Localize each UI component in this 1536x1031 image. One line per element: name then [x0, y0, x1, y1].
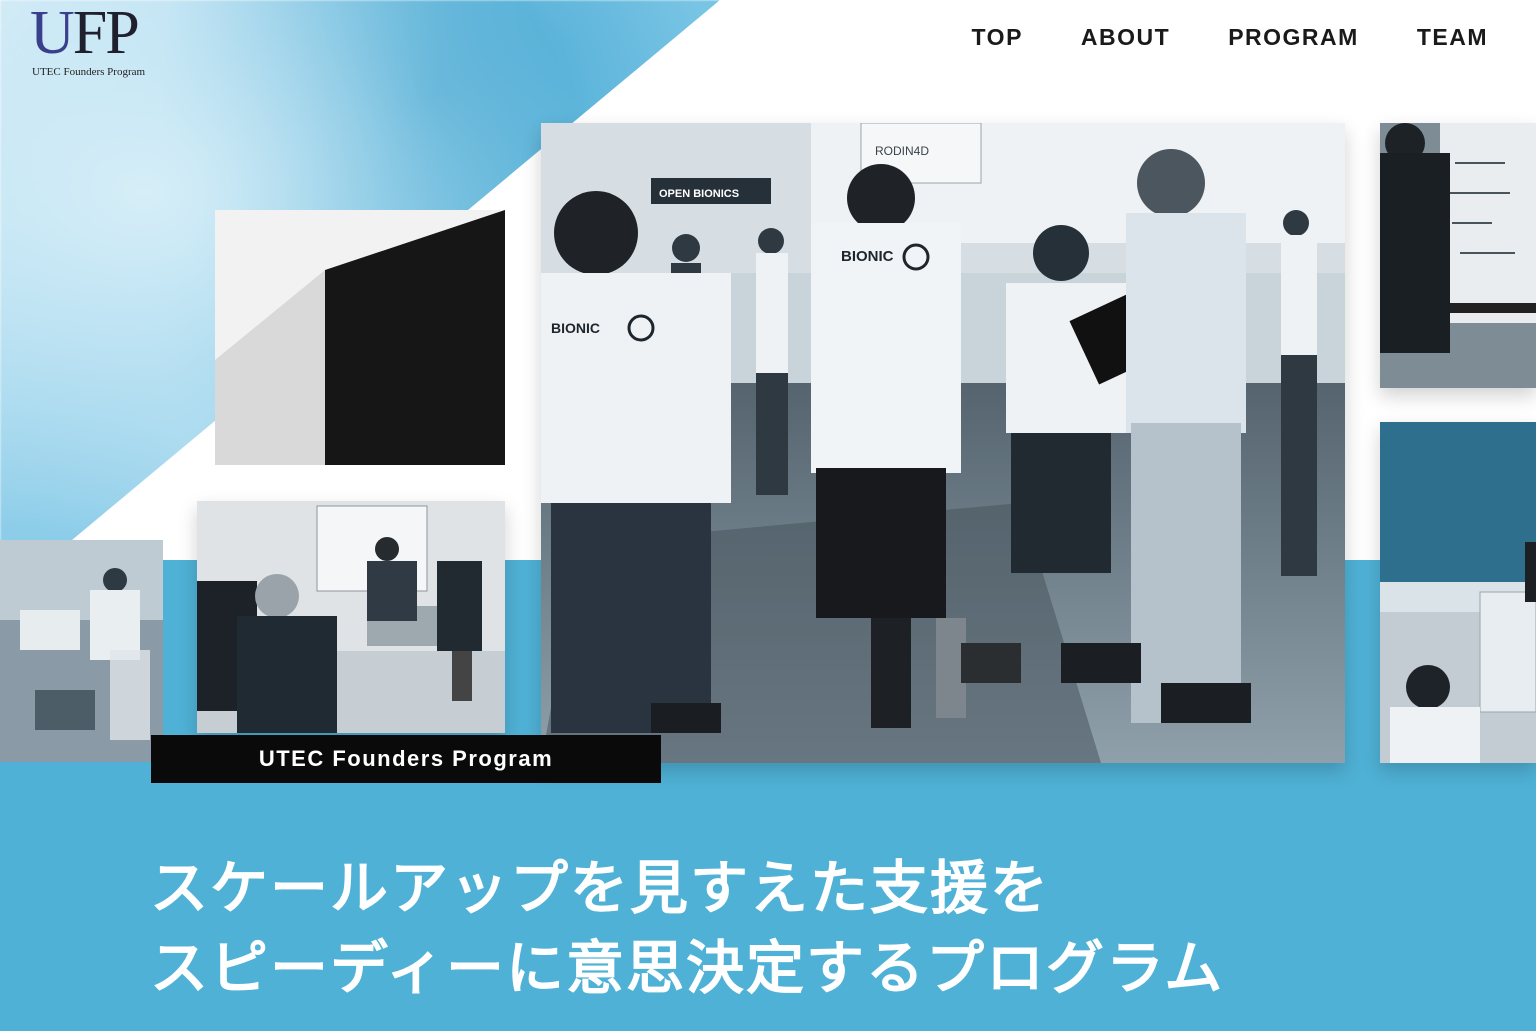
shirt-text-center: BIONIC: [841, 248, 894, 265]
nav-team[interactable]: TEAM: [1417, 24, 1488, 51]
photo-main-exhibition: OPEN BIONICS RODIN4D BIONIC BIONIC: [541, 123, 1345, 763]
banner-text: OPEN BIONICS: [659, 188, 739, 200]
main-nav: TOP ABOUT PROGRAM TEAM: [972, 24, 1488, 51]
program-label: UTEC Founders Program: [151, 735, 661, 783]
shirt-text-left: BIONIC: [551, 320, 600, 336]
hero-headline: スケールアップを見すえた支援を スピーディーに意思決定するプログラム: [150, 848, 1224, 1008]
nav-top[interactable]: TOP: [972, 24, 1023, 51]
logo-mark-rest: FP: [72, 0, 140, 67]
headline-line-1: スケールアップを見すえた支援を: [150, 854, 1051, 922]
logo-subtitle: UTEC Founders Program: [32, 66, 146, 78]
photo-office-floor: [0, 540, 163, 762]
headline-line-2: スピーディーに意思決定するプログラム: [150, 934, 1225, 1002]
logo-mark: UFP: [30, 0, 140, 67]
photo-whiteboard: [1380, 123, 1536, 388]
photo-meeting-room: [197, 501, 505, 733]
photo-dark-detail: [215, 210, 505, 465]
nav-about[interactable]: ABOUT: [1081, 24, 1170, 51]
site-logo[interactable]: UFP UTEC Founders Program: [30, 2, 170, 82]
booth-sign-text: RODIN4D: [875, 144, 929, 158]
photo-seated-person: [1380, 422, 1536, 763]
nav-program[interactable]: PROGRAM: [1228, 24, 1359, 51]
